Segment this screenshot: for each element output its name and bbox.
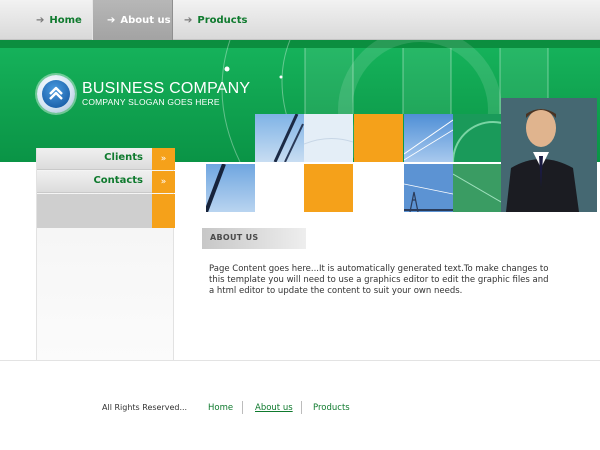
arrow-right-icon: ➔ <box>36 14 45 26</box>
businessman-photo <box>501 98 597 212</box>
nav-tab-about-us[interactable]: ➔ About us <box>92 0 173 40</box>
footer-divider <box>0 360 600 361</box>
nav-tab-label: About us <box>120 14 171 26</box>
sidebar-item-label: Clients <box>104 152 143 163</box>
double-chevron-right-icon: » <box>152 148 175 170</box>
footer-link-about-us[interactable]: About us <box>255 403 293 413</box>
footer-separator <box>242 401 243 414</box>
double-chevron-right-icon: » <box>152 171 175 193</box>
mosaic-tile-orange <box>354 114 403 162</box>
sidebar-orange-block <box>152 194 175 228</box>
arrow-right-icon: ➔ <box>107 14 116 26</box>
mosaic-tile-green-glass <box>453 164 501 212</box>
company-slogan: COMPANY SLOGAN GOES HERE <box>82 97 220 107</box>
nav-tab-home[interactable]: ➔ Home <box>36 0 92 40</box>
sidebar-item-contacts[interactable]: Contacts » <box>37 171 175 193</box>
footer-link-products[interactable]: Products <box>313 403 350 413</box>
sidebar-item-label: Contacts <box>93 175 143 186</box>
nav-tab-label: Products <box>197 14 248 26</box>
footer-link-home[interactable]: Home <box>208 403 233 413</box>
section-title-bar: ABOUT US <box>202 228 306 249</box>
page-content-text: Page Content goes here...It is automatic… <box>209 264 549 296</box>
mosaic-tile-power-tower <box>404 164 453 212</box>
nav-tab-label: Home <box>49 14 82 26</box>
logo-icon <box>37 75 75 113</box>
nav-tab-products[interactable]: ➔ Products <box>184 0 254 40</box>
arrow-right-icon: ➔ <box>184 14 193 26</box>
copyright-text: All Rights Reserved... <box>102 403 188 412</box>
mosaic-tile-green-glass <box>453 114 501 162</box>
company-name: BUSINESS COMPANY <box>82 80 251 97</box>
mosaic-tile-orange <box>304 164 353 212</box>
top-navigation: ➔ Home ➔ About us ➔ Products <box>0 0 600 40</box>
mosaic-tile-sky-structure <box>255 114 304 162</box>
mosaic-tile-sky-beams <box>404 114 453 162</box>
sidebar: Clients » Contacts » <box>36 148 175 360</box>
double-chevron-up-icon <box>42 80 70 108</box>
section-title: ABOUT US <box>210 233 259 242</box>
mosaic-tile-blank <box>255 164 304 212</box>
footer-separator <box>301 401 302 414</box>
sidebar-empty-block <box>37 194 152 228</box>
mosaic-tile-sky <box>304 114 353 162</box>
sidebar-item-clients[interactable]: Clients » <box>37 148 175 170</box>
mosaic-tile-structure <box>206 164 255 212</box>
